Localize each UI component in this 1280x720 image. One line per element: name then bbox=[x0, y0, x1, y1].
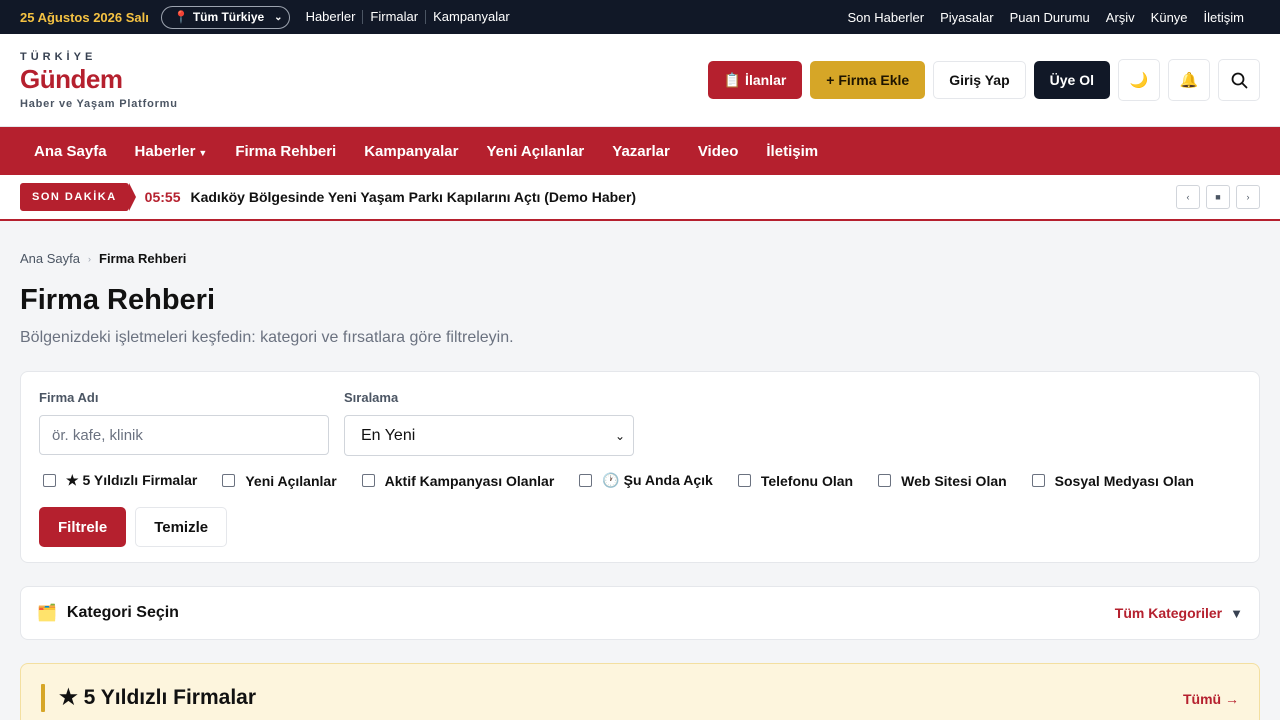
sort-select[interactable]: En Yeni ⌄ bbox=[344, 415, 634, 456]
top-link-son-haberler[interactable]: Son Haberler bbox=[847, 10, 924, 25]
chevron-down-icon: ⌄ bbox=[274, 11, 283, 23]
pause-icon[interactable]: ■ bbox=[1206, 185, 1230, 209]
breadcrumb-home[interactable]: Ana Sayfa bbox=[20, 251, 80, 266]
checkbox-active-campaign[interactable]: Aktif Kampanyası Olanlar bbox=[358, 472, 555, 489]
login-button[interactable]: Giriş Yap bbox=[933, 61, 1026, 99]
search-icon[interactable] bbox=[1218, 59, 1260, 101]
breaking-headline[interactable]: Kadıköy Bölgesinde Yeni Yaşam Parkı Kapı… bbox=[190, 189, 636, 205]
checkbox-new-openings[interactable]: Yeni Açılanlar bbox=[218, 472, 337, 489]
all-categories-link[interactable]: Tüm Kategoriler bbox=[1115, 605, 1222, 621]
checkbox-box[interactable] bbox=[1031, 474, 1045, 487]
site-logo[interactable]: TÜRKİYE Gündem Haber ve Yaşam Platformu bbox=[20, 51, 178, 110]
main-content: Ana Sayfa › Firma Rehberi Firma Rehberi … bbox=[0, 251, 1280, 720]
checkbox-open-now[interactable]: 🕐 Şu Anda Açık bbox=[575, 472, 713, 489]
top-right-links: Son Haberler Piyasalar Puan Durumu Arşiv… bbox=[847, 10, 1260, 25]
checkbox-label: Yeni Açılanlar bbox=[245, 472, 337, 489]
checkbox-has-website[interactable]: Web Sitesi Olan bbox=[874, 473, 1007, 489]
checkbox-label: 🕐 Şu Anda Açık bbox=[602, 472, 713, 488]
nav-item-firma-rehberi[interactable]: Firma Rehberi bbox=[221, 143, 350, 160]
nav-item-iletisim[interactable]: İletişim bbox=[752, 143, 832, 160]
moon-icon[interactable]: 🌙 bbox=[1118, 59, 1160, 101]
top-link-firmalar[interactable]: Firmalar bbox=[362, 10, 425, 24]
caret-down-icon: ▼ bbox=[198, 147, 208, 158]
breadcrumb-separator-icon: › bbox=[88, 253, 91, 264]
nav-item-yeni-acilanlar[interactable]: Yeni Açılanlar bbox=[472, 143, 598, 160]
bell-icon[interactable]: 🔔 bbox=[1168, 59, 1210, 101]
filter-panel: Firma Adı ör. kafe, klinik Sıralama En Y… bbox=[20, 371, 1260, 563]
folder-icon: 🗂️ bbox=[37, 605, 57, 622]
ilanlar-button[interactable]: 📋 İlanlar bbox=[707, 61, 803, 99]
company-name-input[interactable]: ör. kafe, klinik bbox=[39, 415, 329, 455]
signup-button[interactable]: Üye Ol bbox=[1033, 61, 1110, 99]
checkbox-box[interactable] bbox=[361, 474, 375, 487]
checkbox-label: Sosyal Medyası Olan bbox=[1054, 472, 1194, 489]
top-bar: 25 Ağustos 2026 Salı 📍 Tüm Türkiye ⌄ Hab… bbox=[0, 0, 1280, 34]
logo-kicker: TÜRKİYE bbox=[20, 50, 97, 63]
breadcrumb-current: Firma Rehberi bbox=[99, 251, 187, 266]
caret-down-icon[interactable]: ▼ bbox=[1230, 606, 1243, 621]
checkbox-has-social[interactable]: Sosyal Medyası Olan bbox=[1028, 473, 1194, 489]
filter-buttons: Filtrele Temizle bbox=[39, 507, 1241, 547]
checkbox-box[interactable] bbox=[43, 474, 56, 487]
nav-item-ana-sayfa[interactable]: Ana Sayfa bbox=[20, 143, 121, 160]
sort-value: En Yeni bbox=[361, 426, 416, 444]
logo-name: Gündem bbox=[20, 63, 123, 94]
top-link-piyasalar[interactable]: Piyasalar bbox=[940, 10, 993, 25]
location-pin-icon: 📍 bbox=[173, 10, 189, 24]
checkbox-has-phone[interactable]: Telefonu Olan bbox=[734, 473, 853, 489]
checkbox-5-star[interactable]: ★ 5 Yıldızlı Firmalar bbox=[39, 472, 197, 489]
breaking-label: SON DAKİKA bbox=[20, 183, 136, 211]
section-title: ★ 5 Yıldızlı Firmalar bbox=[59, 686, 257, 709]
checkbox-box[interactable] bbox=[222, 474, 236, 487]
page-title: Firma Rehberi bbox=[20, 284, 215, 316]
breadcrumb: Ana Sayfa › Firma Rehberi bbox=[20, 251, 1260, 266]
breaking-news-bar: SON DAKİKA 05:55 Kadıköy Bölgesinde Yeni… bbox=[0, 175, 1280, 221]
nav-item-yazarlar[interactable]: Yazarlar bbox=[598, 143, 684, 160]
top-left-links: Haberler Firmalar Kampanyalar bbox=[306, 10, 517, 24]
category-title: Kategori Seçin bbox=[66, 604, 179, 621]
main-nav: Ana Sayfa Haberler ▼ Firma Rehberi Kampan… bbox=[0, 127, 1280, 175]
see-all-link[interactable]: Tümü → bbox=[1183, 691, 1239, 707]
page-subtitle: Bölgenizdeki işletmeleri keşfedin: kateg… bbox=[20, 329, 514, 346]
sort-group: Sıralama En Yeni ⌄ bbox=[344, 390, 634, 456]
nav-item-haberler[interactable]: Haberler ▼ bbox=[121, 143, 222, 160]
nav-item-kampanyalar[interactable]: Kampanyalar bbox=[350, 143, 472, 160]
section-accent-bar bbox=[41, 684, 45, 712]
region-select[interactable]: 📍 Tüm Türkiye ⌄ bbox=[160, 5, 290, 29]
five-star-section: ★ 5 Yıldızlı Firmalar Tümü → bbox=[20, 663, 1260, 720]
top-link-haberler[interactable]: Haberler bbox=[306, 10, 363, 24]
checkbox-box[interactable] bbox=[878, 474, 892, 487]
logo-tagline: Haber ve Yaşam Platformu bbox=[20, 97, 178, 110]
clear-button[interactable]: Temizle bbox=[135, 507, 228, 547]
top-link-kampanyalar[interactable]: Kampanyalar bbox=[425, 10, 517, 24]
add-company-button[interactable]: + Firma Ekle bbox=[810, 61, 926, 99]
checkbox-label: Telefonu Olan bbox=[760, 472, 854, 489]
filter-checkboxes: ★ 5 Yıldızlı Firmalar Yeni Açılanlar Akt… bbox=[39, 472, 1241, 489]
name-filter-group: Firma Adı ör. kafe, klinik bbox=[39, 390, 329, 456]
breaking-time: 05:55 bbox=[144, 189, 181, 205]
checkbox-label: Web Sitesi Olan bbox=[901, 472, 1007, 489]
breaking-controls: ‹ ■ › bbox=[1176, 185, 1260, 209]
site-header: TÜRKİYE Gündem Haber ve Yaşam Platformu … bbox=[0, 34, 1280, 127]
current-date: 25 Ağustos 2026 Salı bbox=[20, 9, 149, 25]
next-icon[interactable]: › bbox=[1236, 185, 1260, 209]
checkbox-label: Aktif Kampanyası Olanlar bbox=[384, 472, 555, 489]
header-actions: 📋 İlanlar + Firma Ekle Giriş Yap Üye Ol … bbox=[707, 59, 1260, 101]
checkbox-box[interactable] bbox=[737, 474, 751, 487]
name-filter-label: Firma Adı bbox=[39, 390, 99, 405]
nav-item-label: Haberler bbox=[134, 142, 196, 160]
chevron-down-icon: ⌄ bbox=[614, 428, 625, 443]
top-link-puan-durumu[interactable]: Puan Durumu bbox=[1010, 10, 1090, 25]
top-link-arsiv[interactable]: Arşiv bbox=[1106, 10, 1135, 25]
filter-button[interactable]: Filtrele bbox=[39, 507, 127, 547]
checkbox-label: ★ 5 Yıldızlı Firmalar bbox=[66, 472, 198, 488]
sort-label: Sıralama bbox=[344, 390, 399, 405]
checkbox-box[interactable] bbox=[579, 474, 593, 487]
category-selector[interactable]: 🗂️ Kategori Seçin Tüm Kategoriler ▼ bbox=[20, 586, 1260, 640]
region-value: Tüm Türkiye bbox=[192, 10, 265, 24]
top-link-iletisim[interactable]: İletişim bbox=[1204, 10, 1244, 25]
nav-item-video[interactable]: Video bbox=[684, 143, 753, 160]
top-link-kunye[interactable]: Künye bbox=[1151, 10, 1188, 25]
prev-icon[interactable]: ‹ bbox=[1176, 185, 1200, 209]
